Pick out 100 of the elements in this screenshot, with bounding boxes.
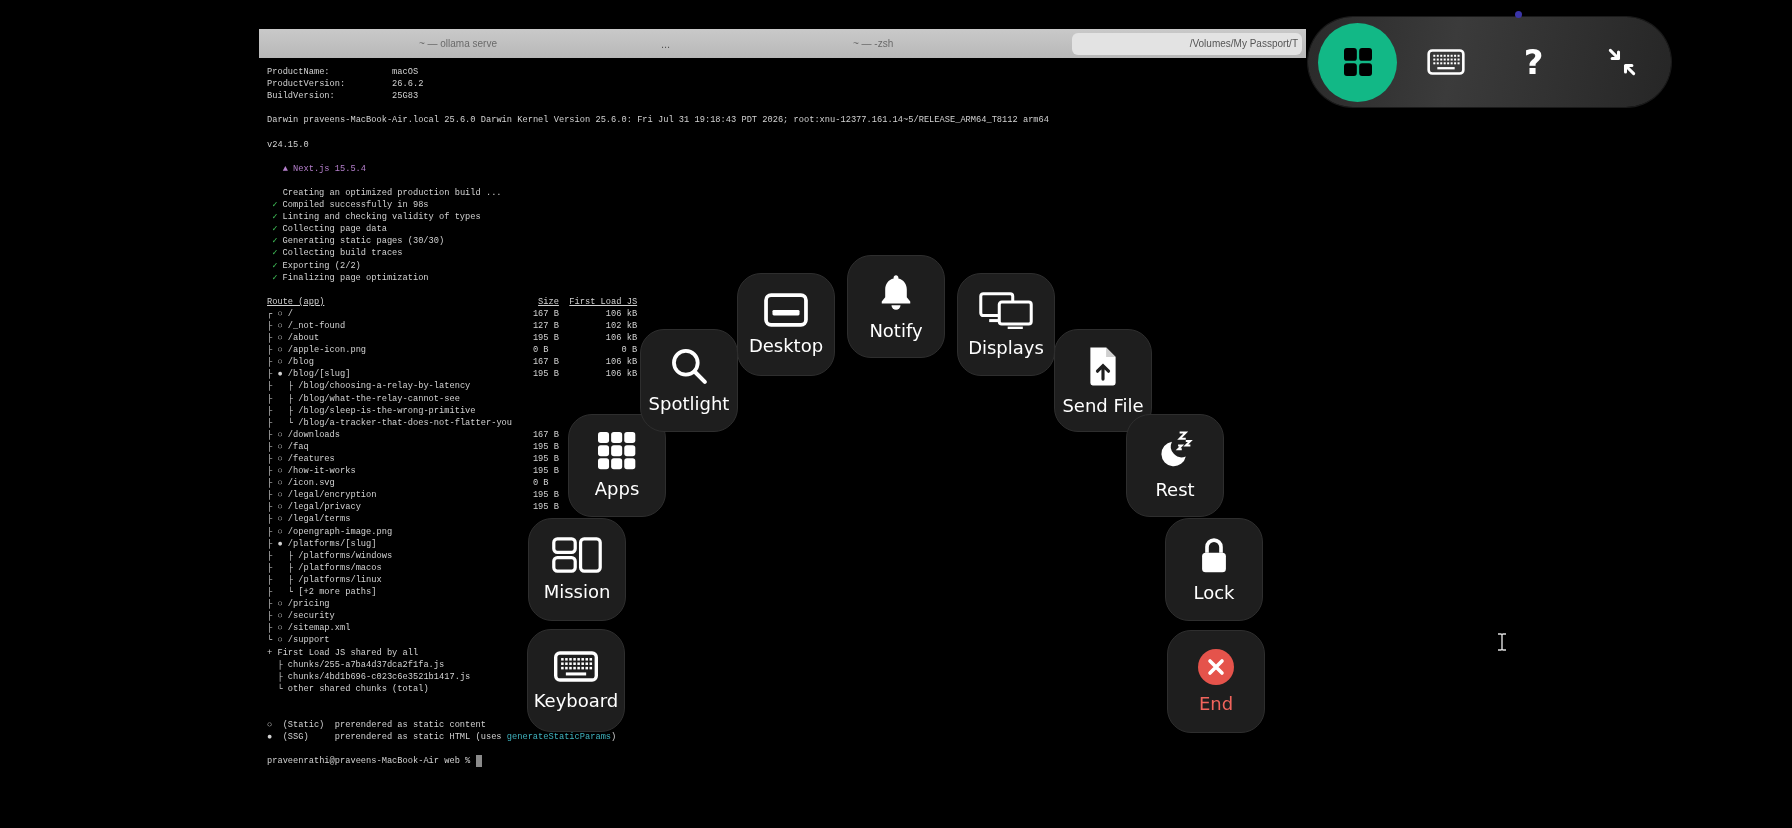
route-size: 195 B <box>532 368 559 381</box>
keyboard-icon <box>1426 49 1465 75</box>
displays-icon <box>979 291 1033 329</box>
info-key: ProductVersion: <box>267 78 393 91</box>
kernel-line: Darwin praveens-MacBook-Air.local 25.6.0 Darwin Kernel Version 25.6.0: Fri Jul 31 19:18:43 PDT 2026; root:xnu-12377.161.14~5/RELEASE_ARM64_T8112 arm64 <box>267 115 1049 126</box>
step-text: Finalizing page optimization <box>282 271 429 284</box>
info-value: 25G83 <box>392 90 420 103</box>
route-path: + First Load JS shared by all <box>267 646 419 659</box>
build-tool-label: ▲ Next.js 15.5.4 <box>282 163 367 174</box>
route-first-load: 106 kB <box>604 307 638 320</box>
action-button[interactable]: Send File <box>1054 329 1152 432</box>
apps-grid-icon <box>598 432 636 470</box>
route-size: 195 B <box>532 465 559 478</box>
step-text: Exporting (2/2) <box>282 259 361 272</box>
column-header: Size <box>538 295 559 308</box>
action-button[interactable]: Lock <box>1165 518 1263 621</box>
route-path: ├ ○ /opengraph-image.png <box>267 525 393 538</box>
step-text: Collecting build traces <box>282 247 403 260</box>
route-path: ├ ● /platforms/[slug] <box>267 537 377 550</box>
node-version: v24.15.0 <box>267 139 309 150</box>
terminal-cursor <box>475 755 482 768</box>
route-path: ├ ├ /blog/sleep-is-the-wrong-primitive <box>267 404 476 417</box>
route-size: 195 B <box>532 489 559 502</box>
check-mark: ✓ <box>272 199 278 212</box>
route-size: 195 B <box>532 440 559 453</box>
legend-label: (Static) <box>282 719 326 732</box>
column-header: Route (app) <box>267 295 326 308</box>
check-mark: ✓ <box>272 223 278 236</box>
step-text: Creating an optimized production build ... <box>282 186 502 200</box>
info-key: ProductName: <box>267 66 393 79</box>
info-value: 26.6.2 <box>392 78 425 91</box>
route-path: ├ ○ /features <box>267 453 336 466</box>
route-path: ├ ○ /legal/privacy <box>267 501 362 514</box>
terminal-tab[interactable]: /Volumes/My Passport/T <box>1072 32 1302 55</box>
route-path: ┌ ○ / <box>267 307 295 320</box>
check-mark: ✓ <box>272 211 278 224</box>
action-button[interactable]: Desktop <box>737 273 835 376</box>
tab-overflow[interactable]: ... <box>656 37 675 50</box>
route-path: ├ ├ /platforms/windows <box>267 549 393 562</box>
help-button[interactable]: ? <box>1494 22 1573 102</box>
action-button[interactable]: Keyboard <box>527 629 625 732</box>
route-path: ├ ○ /pricing <box>267 598 330 611</box>
info-key: BuildVersion: <box>267 90 393 103</box>
route-path: ├ ○ /_not-found <box>267 319 347 333</box>
route-path: ├ ├ /blog/choosing-a-relay-by-latency <box>267 380 471 393</box>
route-path: ├ ├ /platforms/macos <box>267 561 382 574</box>
pointer-dot <box>1515 11 1522 18</box>
route-size: 0 B <box>532 477 550 490</box>
route-path: ├ ○ /about <box>267 332 321 345</box>
action-button[interactable]: Spotlight <box>640 329 738 432</box>
column-header: First Load JS <box>569 295 638 308</box>
route-path: ├ ● /blog/[slug] <box>267 368 352 381</box>
route-size: 167 B <box>532 307 559 320</box>
route-first-load: 0 B <box>620 344 638 357</box>
toolbar-button[interactable] <box>1318 22 1397 102</box>
route-path: ├ ○ /legal/terms <box>267 513 351 526</box>
route-path: ├ ○ /sitemap.xml <box>267 622 351 634</box>
action-button[interactable]: Notify <box>847 255 945 358</box>
route-path: └ ○ /support <box>267 634 330 647</box>
legend-symbol: ● <box>267 731 274 744</box>
route-size: 195 B <box>532 501 559 514</box>
route-size: 167 B <box>532 428 559 441</box>
step-text: Generating static pages (30/30) <box>282 235 445 248</box>
route-size: 167 B <box>532 356 559 369</box>
route-path: ├ ○ /apple-icon.png <box>267 344 368 357</box>
action-button[interactable]: End <box>1167 630 1265 733</box>
route-path: ├ ○ /icon.svg <box>267 477 336 490</box>
action-button[interactable]: Displays <box>957 273 1055 376</box>
route-path: ├ chunks/4bd1b696-c023c6e3521b1417.js <box>276 670 471 683</box>
route-path: ├ ○ /faq <box>267 440 310 453</box>
legend-symbol: ○ <box>267 719 274 732</box>
route-path: ├ ├ /platforms/linux <box>267 573 382 586</box>
route-path: ├ chunks/255-a7ba4d37dca2f1fa.js <box>276 658 445 671</box>
shell-prompt: praveenrathi@praveens-MacBook-Air web % <box>267 755 471 768</box>
route-first-load: 102 kB <box>604 319 638 333</box>
info-value: macOS <box>392 66 420 79</box>
route-path: ├ ○ /how-it-works <box>267 465 357 478</box>
check-mark: ✓ <box>272 259 278 272</box>
action-button[interactable]: Rest <box>1126 414 1224 517</box>
route-path: ├ ○ /legal/encryption <box>267 489 378 502</box>
action-button[interactable]: Apps <box>568 414 666 517</box>
check-mark: ✓ <box>272 247 278 260</box>
check-mark: ✓ <box>272 235 278 248</box>
lock-icon <box>1200 536 1228 574</box>
action-button[interactable]: Mission <box>528 518 626 621</box>
route-path: └ other shared chunks (total) <box>276 682 429 695</box>
keyboard-icon <box>554 650 598 682</box>
route-first-load: 106 kB <box>604 332 638 345</box>
search-icon <box>670 347 708 385</box>
step-text: Linting and checking validity of types <box>282 211 481 224</box>
route-path: ├ ○ /downloads <box>267 428 341 441</box>
legend-description: prerendered as static HTML (uses generateStaticParams) <box>334 731 618 744</box>
text-cursor-icon <box>1497 633 1507 651</box>
route-path: ├ └ /blog/a-tracker-that-does-not-flatter-you <box>267 416 513 429</box>
windows-icon <box>552 537 602 573</box>
route-path: ├ ○ /security <box>267 610 335 623</box>
route-size: 195 B <box>532 453 559 466</box>
route-path: ├ └ [+2 more paths] <box>267 586 377 599</box>
step-text: Collecting page data <box>282 223 387 236</box>
route-first-load: 106 kB <box>604 356 638 369</box>
